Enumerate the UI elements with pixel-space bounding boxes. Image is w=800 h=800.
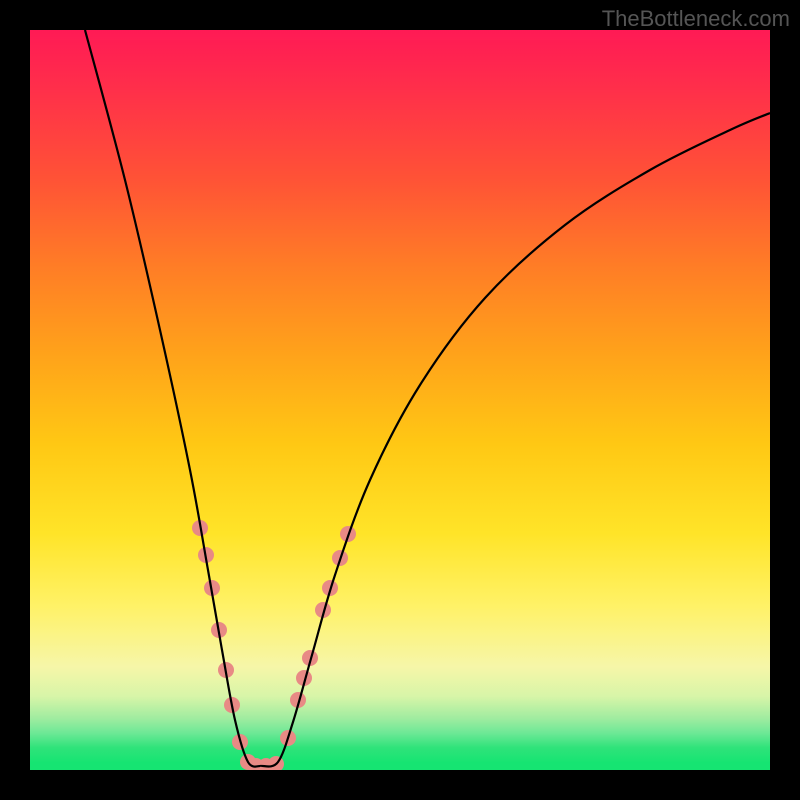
left-curve [85, 30, 261, 767]
chart-plot-area [30, 30, 770, 770]
right-curve [261, 113, 770, 767]
watermark-text: TheBottleneck.com [602, 6, 790, 32]
chart-svg [30, 30, 770, 770]
data-points-group [192, 520, 356, 770]
